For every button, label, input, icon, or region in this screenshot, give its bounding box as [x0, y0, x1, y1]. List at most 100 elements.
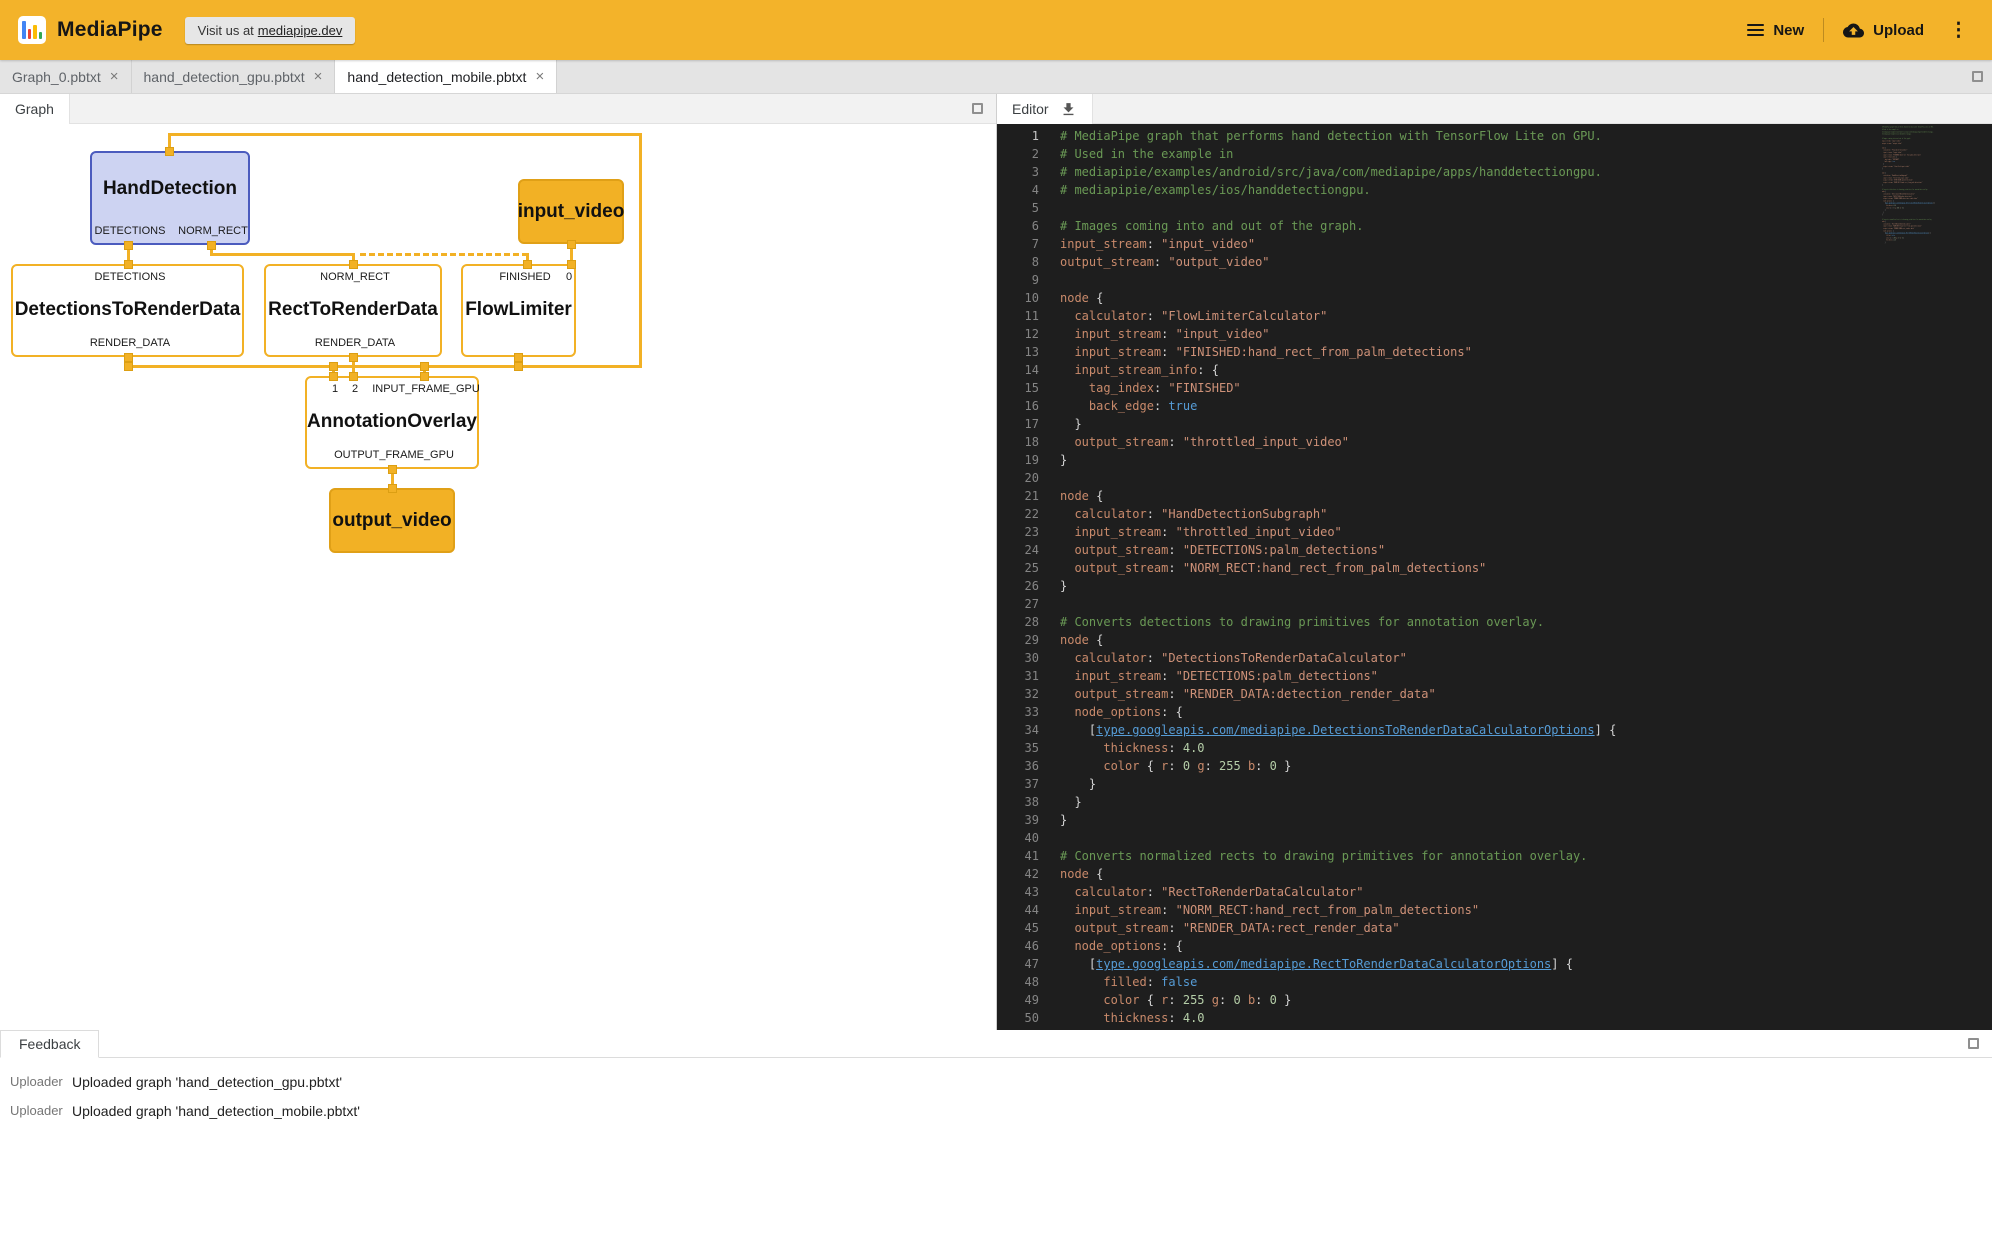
- header-actions: New Upload ⋮: [1734, 11, 1974, 50]
- code-line[interactable]: 39}: [997, 811, 1992, 829]
- code-line[interactable]: 12 input_stream: "input_video": [997, 325, 1992, 343]
- line-number: 35: [997, 739, 1039, 757]
- graph-node-annotation-overlay[interactable]: 1 2 INPUT_FRAME_GPU AnnotationOverlay OU…: [305, 376, 479, 469]
- graph-node-output-video[interactable]: output_video: [329, 488, 455, 553]
- visit-prefix-text: Visit us at: [198, 23, 254, 38]
- line-number: 5: [997, 199, 1039, 217]
- code-line[interactable]: 43 calculator: "RectToRenderDataCalculat…: [997, 883, 1992, 901]
- code-line[interactable]: 23 input_stream: "throttled_input_video": [997, 523, 1992, 541]
- expand-editor-panel-icon[interactable]: [1972, 71, 1983, 82]
- code-line[interactable]: 22 calculator: "HandDetectionSubgraph": [997, 505, 1992, 523]
- graph-node-input-video[interactable]: input_video: [518, 179, 624, 244]
- graph-node-hand-detection[interactable]: HandDetection DETECTIONS NORM_RECT: [90, 151, 250, 245]
- code-line[interactable]: 45 output_stream: "RENDER_DATA:rect_rend…: [997, 919, 1992, 937]
- close-icon[interactable]: ×: [110, 69, 119, 84]
- code-line[interactable]: 34 [type.googleapis.com/mediapipe.Detect…: [997, 721, 1992, 739]
- close-icon[interactable]: ×: [535, 69, 544, 84]
- code-line[interactable]: 40: [997, 829, 1992, 847]
- code-line[interactable]: 24 output_stream: "DETECTIONS:palm_detec…: [997, 541, 1992, 559]
- graph-node-rect-to-render-data[interactable]: NORM_RECT RectToRenderData RENDER_DATA: [264, 264, 442, 357]
- code-line[interactable]: 18 output_stream: "throttled_input_video…: [997, 433, 1992, 451]
- line-number: 6: [997, 217, 1039, 235]
- code-line[interactable]: 3# mediapipie/examples/android/src/java/…: [997, 163, 1992, 181]
- download-icon[interactable]: [1060, 101, 1077, 118]
- graph-canvas[interactable]: HandDetection DETECTIONS NORM_RECT input…: [0, 124, 996, 1030]
- code-line[interactable]: 33 node_options: {: [997, 703, 1992, 721]
- code-line[interactable]: 29node {: [997, 631, 1992, 649]
- code-line[interactable]: 4# mediapipie/examples/ios/handdetection…: [997, 181, 1992, 199]
- graph-panel-header: Graph: [0, 94, 996, 124]
- code-editor[interactable]: 1 # MediaPipe graph that performs hand de…: [997, 124, 1992, 1030]
- code-line[interactable]: 48 filled: false: [997, 973, 1992, 991]
- code-line[interactable]: 5: [997, 199, 1992, 217]
- graph-edge: [360, 253, 528, 256]
- code-line[interactable]: 44 input_stream: "NORM_RECT:hand_rect_fr…: [997, 901, 1992, 919]
- code-line[interactable]: 42node {: [997, 865, 1992, 883]
- code-line[interactable]: 1# MediaPipe graph that performs hand de…: [997, 127, 1992, 145]
- upload-button[interactable]: Upload: [1830, 11, 1937, 50]
- menu-icon: [1747, 24, 1764, 36]
- line-number: 31: [997, 667, 1039, 685]
- code-line[interactable]: 6# Images coming into and out of the gra…: [997, 217, 1992, 235]
- code-line[interactable]: 28# Converts detections to drawing primi…: [997, 613, 1992, 631]
- code-line[interactable]: 16 back_edge: true: [997, 397, 1992, 415]
- close-icon[interactable]: ×: [314, 69, 323, 84]
- port-label-norm-rect: NORM_RECT: [178, 225, 248, 237]
- code-line[interactable]: 41# Converts normalized rects to drawing…: [997, 847, 1992, 865]
- line-number: 47: [997, 955, 1039, 973]
- expand-feedback-panel-icon[interactable]: [1968, 1038, 1979, 1049]
- code-line[interactable]: 19}: [997, 451, 1992, 469]
- code-line[interactable]: 47 [type.googleapis.com/mediapipe.RectTo…: [997, 955, 1992, 973]
- expand-graph-panel-icon[interactable]: [972, 103, 983, 114]
- code-line[interactable]: 35 thickness: 4.0: [997, 739, 1992, 757]
- minimap-line: }: [1882, 241, 1966, 243]
- tab-editor-view[interactable]: Editor: [997, 94, 1093, 124]
- code-line[interactable]: 25 output_stream: "NORM_RECT:hand_rect_f…: [997, 559, 1992, 577]
- graph-node-detections-to-render-data[interactable]: DETECTIONS DetectionsToRenderData RENDER…: [11, 264, 244, 357]
- code-line[interactable]: 30 calculator: "DetectionsToRenderDataCa…: [997, 649, 1992, 667]
- visit-link-chip[interactable]: Visit us at mediapipe.dev: [185, 17, 356, 44]
- code-line[interactable]: 8output_stream: "output_video": [997, 253, 1992, 271]
- mediapipe-dev-link[interactable]: mediapipe.dev: [258, 23, 343, 38]
- code-line[interactable]: 27: [997, 595, 1992, 613]
- code-line[interactable]: 11 calculator: "FlowLimiterCalculator": [997, 307, 1992, 325]
- tab-graph-0-pbtxt[interactable]: Graph_0.pbtxt ×: [0, 60, 132, 93]
- code-line[interactable]: 26}: [997, 577, 1992, 595]
- code-line[interactable]: 46 node_options: {: [997, 937, 1992, 955]
- tab-feedback[interactable]: Feedback: [0, 1030, 99, 1058]
- code-line[interactable]: 50 thickness: 4.0: [997, 1009, 1992, 1027]
- port-connector: [420, 372, 429, 381]
- code-line[interactable]: 7input_stream: "input_video": [997, 235, 1992, 253]
- code-line[interactable]: 49 color { r: 255 g: 0 b: 0 }: [997, 991, 1992, 1009]
- code-line[interactable]: 9: [997, 271, 1992, 289]
- tab-hand-detection-mobile-pbtxt[interactable]: hand_detection_mobile.pbtxt ×: [335, 60, 557, 93]
- tab-hand-detection-gpu-pbtxt[interactable]: hand_detection_gpu.pbtxt ×: [132, 60, 336, 93]
- node-title: FlowLimiter: [463, 299, 574, 321]
- code-line[interactable]: 31 input_stream: "DETECTIONS:palm_detect…: [997, 667, 1992, 685]
- line-number: 27: [997, 595, 1039, 613]
- graph-node-flow-limiter[interactable]: FINISHED 0 FlowLimiter: [461, 264, 576, 357]
- port-connector: [207, 241, 216, 250]
- code-line[interactable]: 10node {: [997, 289, 1992, 307]
- code-line[interactable]: 32 output_stream: "RENDER_DATA:detection…: [997, 685, 1992, 703]
- code-line[interactable]: 2# Used in the example in: [997, 145, 1992, 163]
- code-line[interactable]: 17 }: [997, 415, 1992, 433]
- code-line[interactable]: 37 }: [997, 775, 1992, 793]
- new-button[interactable]: New: [1734, 13, 1817, 48]
- graph-edge: [168, 133, 641, 136]
- code-line[interactable]: 15 tag_index: "FINISHED": [997, 379, 1992, 397]
- code-line[interactable]: 20: [997, 469, 1992, 487]
- node-title: RectToRenderData: [266, 299, 440, 321]
- node-title: AnnotationOverlay: [307, 411, 477, 433]
- tab-graph-view[interactable]: Graph: [0, 94, 70, 124]
- port-label-0: 0: [566, 271, 572, 283]
- kebab-menu-icon[interactable]: ⋮: [1943, 17, 1974, 44]
- code-line[interactable]: 14 input_stream_info: {: [997, 361, 1992, 379]
- line-number: 17: [997, 415, 1039, 433]
- code-line[interactable]: 21node {: [997, 487, 1992, 505]
- code-line[interactable]: 38 }: [997, 793, 1992, 811]
- editor-minimap[interactable]: # MediaPipe graph that performs hand det…: [1882, 126, 1966, 296]
- code-line[interactable]: 13 input_stream: "FINISHED:hand_rect_fro…: [997, 343, 1992, 361]
- line-number: 1: [997, 127, 1039, 145]
- code-line[interactable]: 36 color { r: 0 g: 255 b: 0 }: [997, 757, 1992, 775]
